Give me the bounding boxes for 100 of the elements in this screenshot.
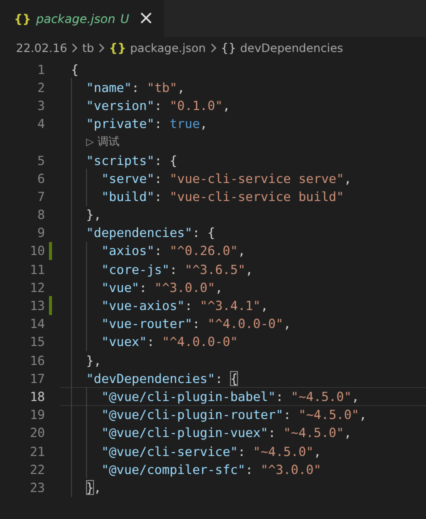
json-key: "core-js" <box>71 262 170 277</box>
code-punctuation: }, <box>85 207 102 222</box>
json-string: "~4.5.0" <box>290 388 352 404</box>
code-punctuation: , <box>245 262 254 277</box>
json-key: "private" <box>71 116 154 132</box>
code-punctuation: , <box>314 444 322 459</box>
json-key: "build" <box>71 188 154 204</box>
line-number: 17 <box>28 370 45 386</box>
code-punctuation: : <box>245 462 254 477</box>
code-punctuation: , <box>238 243 246 258</box>
close-icon[interactable]: × <box>138 9 154 28</box>
line-number: 22 <box>28 462 45 477</box>
breadcrumb-item[interactable]: 22.02.16 <box>16 41 68 55</box>
code-punctuation: : <box>276 388 284 404</box>
code-punctuation: }, <box>85 352 102 368</box>
json-key: "@vue/cli-plugin-babel" <box>71 388 276 404</box>
json-key: "devDependencies" <box>71 370 216 386</box>
json-key: "vue-router" <box>71 316 192 332</box>
line-number: 4 <box>36 116 45 132</box>
json-key: "@vue/cli-service" <box>71 444 238 459</box>
json-string: "vue-cli-service build" <box>170 188 344 204</box>
line-number: 3 <box>36 98 45 113</box>
code-punctuation: , <box>94 480 102 495</box>
breadcrumb-item[interactable]: tb <box>82 41 94 55</box>
json-file-icon: {} <box>14 12 32 26</box>
line-number: 19 <box>28 407 45 422</box>
editor-tab[interactable]: {} package.json U × <box>0 0 164 37</box>
json-key: "@vue/compiler-sfc" <box>71 462 246 477</box>
code-punctuation: : <box>154 243 163 258</box>
code-punctuation: : <box>132 80 140 95</box>
chevron-icon <box>98 43 106 53</box>
code-punctuation: , <box>215 280 223 295</box>
code-punctuation: : <box>154 170 163 186</box>
line-number: 8 <box>36 207 45 222</box>
matched-bracket: } <box>86 480 94 495</box>
line-number: 20 <box>28 425 45 440</box>
code-punctuation: , <box>344 425 352 440</box>
code-punctuation: , <box>260 298 268 314</box>
code-punctuation: : <box>146 334 156 350</box>
json-key: "axios" <box>71 243 154 258</box>
breadcrumb-item[interactable]: devDependencies <box>240 41 344 55</box>
code-punctuation: : <box>238 444 246 459</box>
debug-codelens[interactable]: ▷ 调试 <box>86 134 120 150</box>
json-key: "vue" <box>71 280 140 295</box>
json-string: "^4.0.0-0" <box>208 316 284 332</box>
json-boolean: true <box>170 116 200 132</box>
code-punctuation: : { <box>192 225 216 240</box>
chevron-icon <box>210 43 217 53</box>
json-key: "dependencies" <box>71 225 192 240</box>
code-punctuation: , <box>352 388 360 404</box>
code-punctuation: : <box>184 298 194 314</box>
code-punctuation: , <box>283 316 291 332</box>
code-punctuation: , <box>359 407 367 422</box>
code-punctuation: : { <box>154 152 178 168</box>
line-number: 11 <box>28 262 45 277</box>
chevron-icon <box>71 43 78 53</box>
line-number: 10 <box>28 243 45 258</box>
line-number: 7 <box>36 188 45 204</box>
line-number: 12 <box>28 280 45 295</box>
line-number: 16 <box>28 352 45 368</box>
line-number: 14 <box>28 316 45 332</box>
code-punctuation: { <box>71 62 79 77</box>
code-punctuation: : <box>139 280 148 295</box>
breadcrumb-item[interactable]: package.json <box>130 41 206 55</box>
line-number: 13 <box>28 298 45 314</box>
json-string: "vue-cli-service serve" <box>170 170 344 186</box>
code-punctuation: : <box>154 188 163 204</box>
json-key: "vue-axios" <box>71 298 185 314</box>
code-punctuation: : <box>154 98 163 113</box>
json-key: "@vue/cli-plugin-vuex" <box>71 425 268 440</box>
json-key: "name" <box>71 80 132 95</box>
line-number: 18 <box>28 388 45 404</box>
line-number: 1 <box>36 62 45 77</box>
code-punctuation: : <box>215 370 224 386</box>
code-punctuation: , <box>222 98 230 113</box>
json-key: "@vue/cli-plugin-router" <box>71 407 284 422</box>
code-punctuation: : <box>192 316 201 332</box>
line-number: 2 <box>36 80 45 95</box>
json-string: "~4.5.0" <box>252 444 314 459</box>
json-string: "^3.6.5" <box>184 262 246 277</box>
line-number: 5 <box>36 152 45 168</box>
object-icon: {} <box>220 41 236 55</box>
json-string: "^3.0.0" <box>154 280 216 295</box>
line-number: 9 <box>36 225 45 240</box>
code-punctuation: : <box>283 407 292 422</box>
code-punctuation: : <box>170 262 178 277</box>
json-key: "vuex" <box>71 334 147 350</box>
json-string: "^4.0.0-0" <box>162 334 238 350</box>
json-string: "^0.26.0" <box>170 243 238 258</box>
json-string: "tb" <box>146 80 178 95</box>
code-punctuation: , <box>200 116 208 132</box>
json-key: "serve" <box>71 170 154 186</box>
matched-bracket: { <box>230 370 238 386</box>
line-number: 6 <box>36 170 45 186</box>
json-string: "^3.0.0" <box>260 462 322 477</box>
json-string: "~4.5.0" <box>283 425 344 440</box>
json-string: "^3.4.1" <box>200 298 261 314</box>
json-string: "0.1.0" <box>170 98 223 113</box>
code-punctuation: : <box>154 116 163 132</box>
line-number: 23 <box>28 480 45 495</box>
